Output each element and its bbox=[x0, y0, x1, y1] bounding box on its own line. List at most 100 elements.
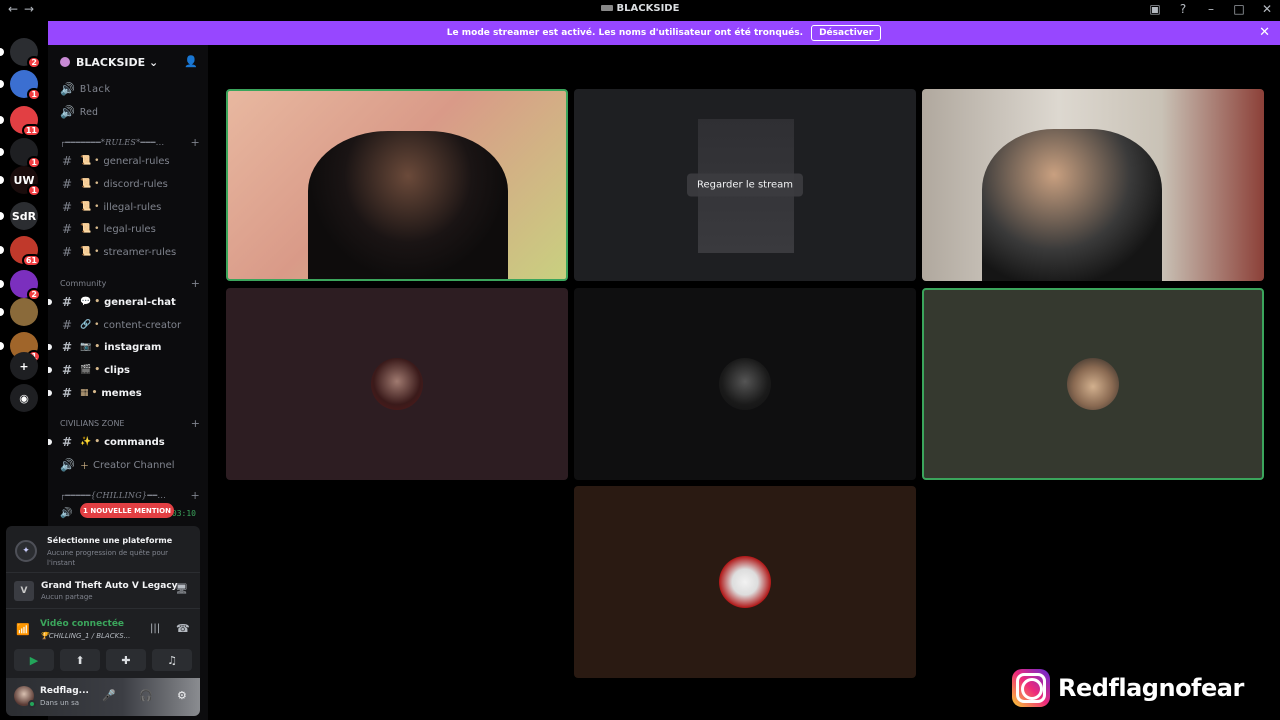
audio-tile-3[interactable] bbox=[922, 288, 1264, 480]
participant-avatar bbox=[1067, 358, 1119, 410]
create-channel-icon[interactable]: + bbox=[190, 489, 200, 502]
activities-button[interactable]: ✚ bbox=[106, 649, 146, 671]
channel-general-chat[interactable]: # 💬 • general-chat bbox=[48, 292, 204, 312]
channel-instagram[interactable]: # 📷 • instagram bbox=[48, 337, 204, 357]
disconnect-icon[interactable]: ☎ bbox=[176, 622, 190, 635]
screen-share-icon[interactable]: 🖥 bbox=[175, 584, 188, 595]
voice-channel-creator[interactable]: 🔊 ＋ Creator Channel bbox=[56, 455, 204, 475]
channel-general-rules[interactable]: # 📜 • general-rules bbox=[56, 151, 204, 171]
video-tile-1[interactable] bbox=[226, 89, 568, 281]
channel-name: legal-rules bbox=[103, 223, 156, 235]
voice-channel[interactable]: 🏆CHILLING_1 / BLACKS... bbox=[40, 632, 130, 640]
voice-timer: 03:10 bbox=[171, 509, 196, 518]
create-channel-icon[interactable]: + bbox=[191, 417, 200, 430]
help-icon[interactable]: ? bbox=[1174, 2, 1192, 16]
watch-stream-button[interactable]: Regarder le stream bbox=[686, 173, 804, 197]
server-purple[interactable]: 2 bbox=[0, 270, 41, 301]
channel-emoji-icon: ＋ bbox=[80, 461, 90, 472]
channel-name: memes bbox=[101, 387, 142, 399]
channel-emoji-icon: ✨ • bbox=[80, 437, 101, 447]
channel-emoji-icon: 📷 • bbox=[80, 342, 101, 352]
quest-panel[interactable]: ✦ Sélectionne une plateforme Aucune prog… bbox=[6, 526, 200, 572]
add-server-icon[interactable]: + bbox=[10, 352, 38, 380]
server-uw[interactable]: UW 1 bbox=[0, 166, 41, 197]
title-bar: ←→ BLACKSIDE ▣ ? – □ ✕ bbox=[0, 0, 1280, 20]
discord-home-icon[interactable]: 2 bbox=[0, 38, 41, 69]
hashtag-icon: # bbox=[61, 222, 73, 236]
guild-header[interactable]: BLACKSIDE ⌄ 👤 bbox=[48, 45, 208, 79]
participant-silhouette bbox=[308, 131, 508, 279]
server-avatar-1[interactable] bbox=[0, 298, 38, 326]
headphones-icon[interactable]: 🎧 bbox=[139, 689, 153, 702]
avatar[interactable] bbox=[14, 686, 36, 708]
activity-panel: V Grand Theft Auto V Legacy Aucun partag… bbox=[6, 572, 200, 608]
discover-icon[interactable]: ◉ bbox=[10, 384, 38, 412]
hashtag-icon: # bbox=[61, 245, 73, 259]
minimize-icon[interactable]: – bbox=[1202, 2, 1220, 16]
channel-name: general-chat bbox=[104, 296, 176, 308]
participant-avatar bbox=[719, 358, 771, 410]
category-chilling[interactable]: ┌━━━━━{CHILLING}━━... + bbox=[60, 487, 206, 503]
share-screen-button[interactable]: ⬆ bbox=[60, 649, 100, 671]
channel-illegal-rules[interactable]: # 📜 • illegal-rules bbox=[56, 197, 204, 217]
channel-content-creator[interactable]: # 🔗 • content-creator bbox=[56, 315, 204, 335]
audio-tile-4[interactable] bbox=[574, 486, 916, 678]
camera-button[interactable]: ▶ bbox=[14, 649, 54, 671]
game-title: Grand Theft Auto V Legacy bbox=[41, 581, 178, 591]
create-channel-icon[interactable]: + bbox=[191, 277, 200, 290]
participant-silhouette bbox=[982, 129, 1162, 281]
channel-streamer-rules[interactable]: # 📜 • streamer-rules bbox=[56, 242, 204, 262]
channel-name: general-rules bbox=[103, 155, 170, 167]
speaker-icon: 🔊 bbox=[60, 508, 73, 519]
close-icon[interactable]: ✕ bbox=[1258, 2, 1276, 16]
noise-suppression-icon[interactable]: ||| bbox=[150, 623, 160, 634]
chevron-down-icon: ⌄ bbox=[145, 55, 159, 69]
channel-commands[interactable]: # ✨ • commands bbox=[48, 432, 204, 452]
online-status-icon bbox=[28, 700, 36, 708]
maximize-icon[interactable]: □ bbox=[1230, 2, 1248, 16]
voice-channel-black[interactable]: 🔊 Black bbox=[56, 79, 204, 99]
mention-count-badge: 1 bbox=[27, 184, 41, 197]
participant-avatar bbox=[371, 358, 423, 410]
signal-icon[interactable]: 📶 bbox=[16, 623, 30, 636]
channel-name: content-creator bbox=[103, 319, 182, 331]
microphone-icon[interactable]: 🎤 bbox=[102, 689, 116, 702]
soundboard-button[interactable]: ♫ bbox=[152, 649, 192, 671]
server-wings[interactable]: 61 bbox=[0, 236, 41, 267]
server-label: SdR bbox=[11, 209, 37, 223]
category-rules[interactable]: ┌━━━━━━━*RULES*━━━... + bbox=[60, 134, 206, 150]
channel-emoji-icon: 📜 • bbox=[80, 156, 100, 166]
category-community[interactable]: Community + bbox=[60, 275, 206, 291]
audio-tile-1[interactable] bbox=[226, 288, 568, 480]
channel-emoji-icon: 💬 • bbox=[80, 297, 101, 307]
close-banner-icon[interactable]: ✕ bbox=[1259, 25, 1270, 40]
server-sdr[interactable]: SdR bbox=[0, 202, 38, 230]
category-civilians[interactable]: CIVILIANS ZONE + bbox=[60, 415, 206, 431]
channel-name: Black bbox=[80, 83, 111, 95]
video-tile-3[interactable] bbox=[922, 89, 1264, 281]
channel-emoji-icon: 📜 • bbox=[80, 202, 100, 212]
create-channel-icon[interactable]: + bbox=[190, 136, 200, 149]
settings-gear-icon[interactable]: ⚙ bbox=[177, 689, 187, 702]
server-blue[interactable]: 1 bbox=[0, 70, 41, 101]
invite-people-icon[interactable]: 👤 bbox=[184, 55, 198, 68]
voice-status[interactable]: Vidéo connectée bbox=[40, 619, 124, 629]
username[interactable]: Redflag... bbox=[40, 686, 89, 696]
channel-discord-rules[interactable]: # 📜 • discord-rules bbox=[56, 174, 204, 194]
disable-streamer-button[interactable]: Désactiver bbox=[811, 25, 882, 41]
channel-memes[interactable]: # ▦ • memes bbox=[48, 383, 204, 403]
channel-clips[interactable]: # 🎬 • clips bbox=[48, 360, 204, 380]
stream-tile[interactable]: Regarder le stream bbox=[574, 89, 916, 281]
instagram-watermark: Redflagnofear bbox=[1012, 668, 1244, 708]
blackside-logo-icon bbox=[600, 5, 613, 11]
new-mention-badge[interactable]: 1 NOUVELLE MENTION bbox=[80, 503, 174, 518]
server-red-logo[interactable]: 11 bbox=[0, 106, 41, 137]
unread-pill bbox=[0, 246, 4, 254]
voice-channel-red[interactable]: 🔊 Red bbox=[56, 102, 204, 122]
server-blackside[interactable]: 1 bbox=[0, 138, 41, 169]
inbox-icon[interactable]: ▣ bbox=[1146, 2, 1164, 16]
unread-pill bbox=[0, 212, 4, 220]
channel-name: Red bbox=[80, 106, 99, 118]
audio-tile-2[interactable] bbox=[574, 288, 916, 480]
channel-legal-rules[interactable]: # 📜 • legal-rules bbox=[56, 219, 204, 239]
